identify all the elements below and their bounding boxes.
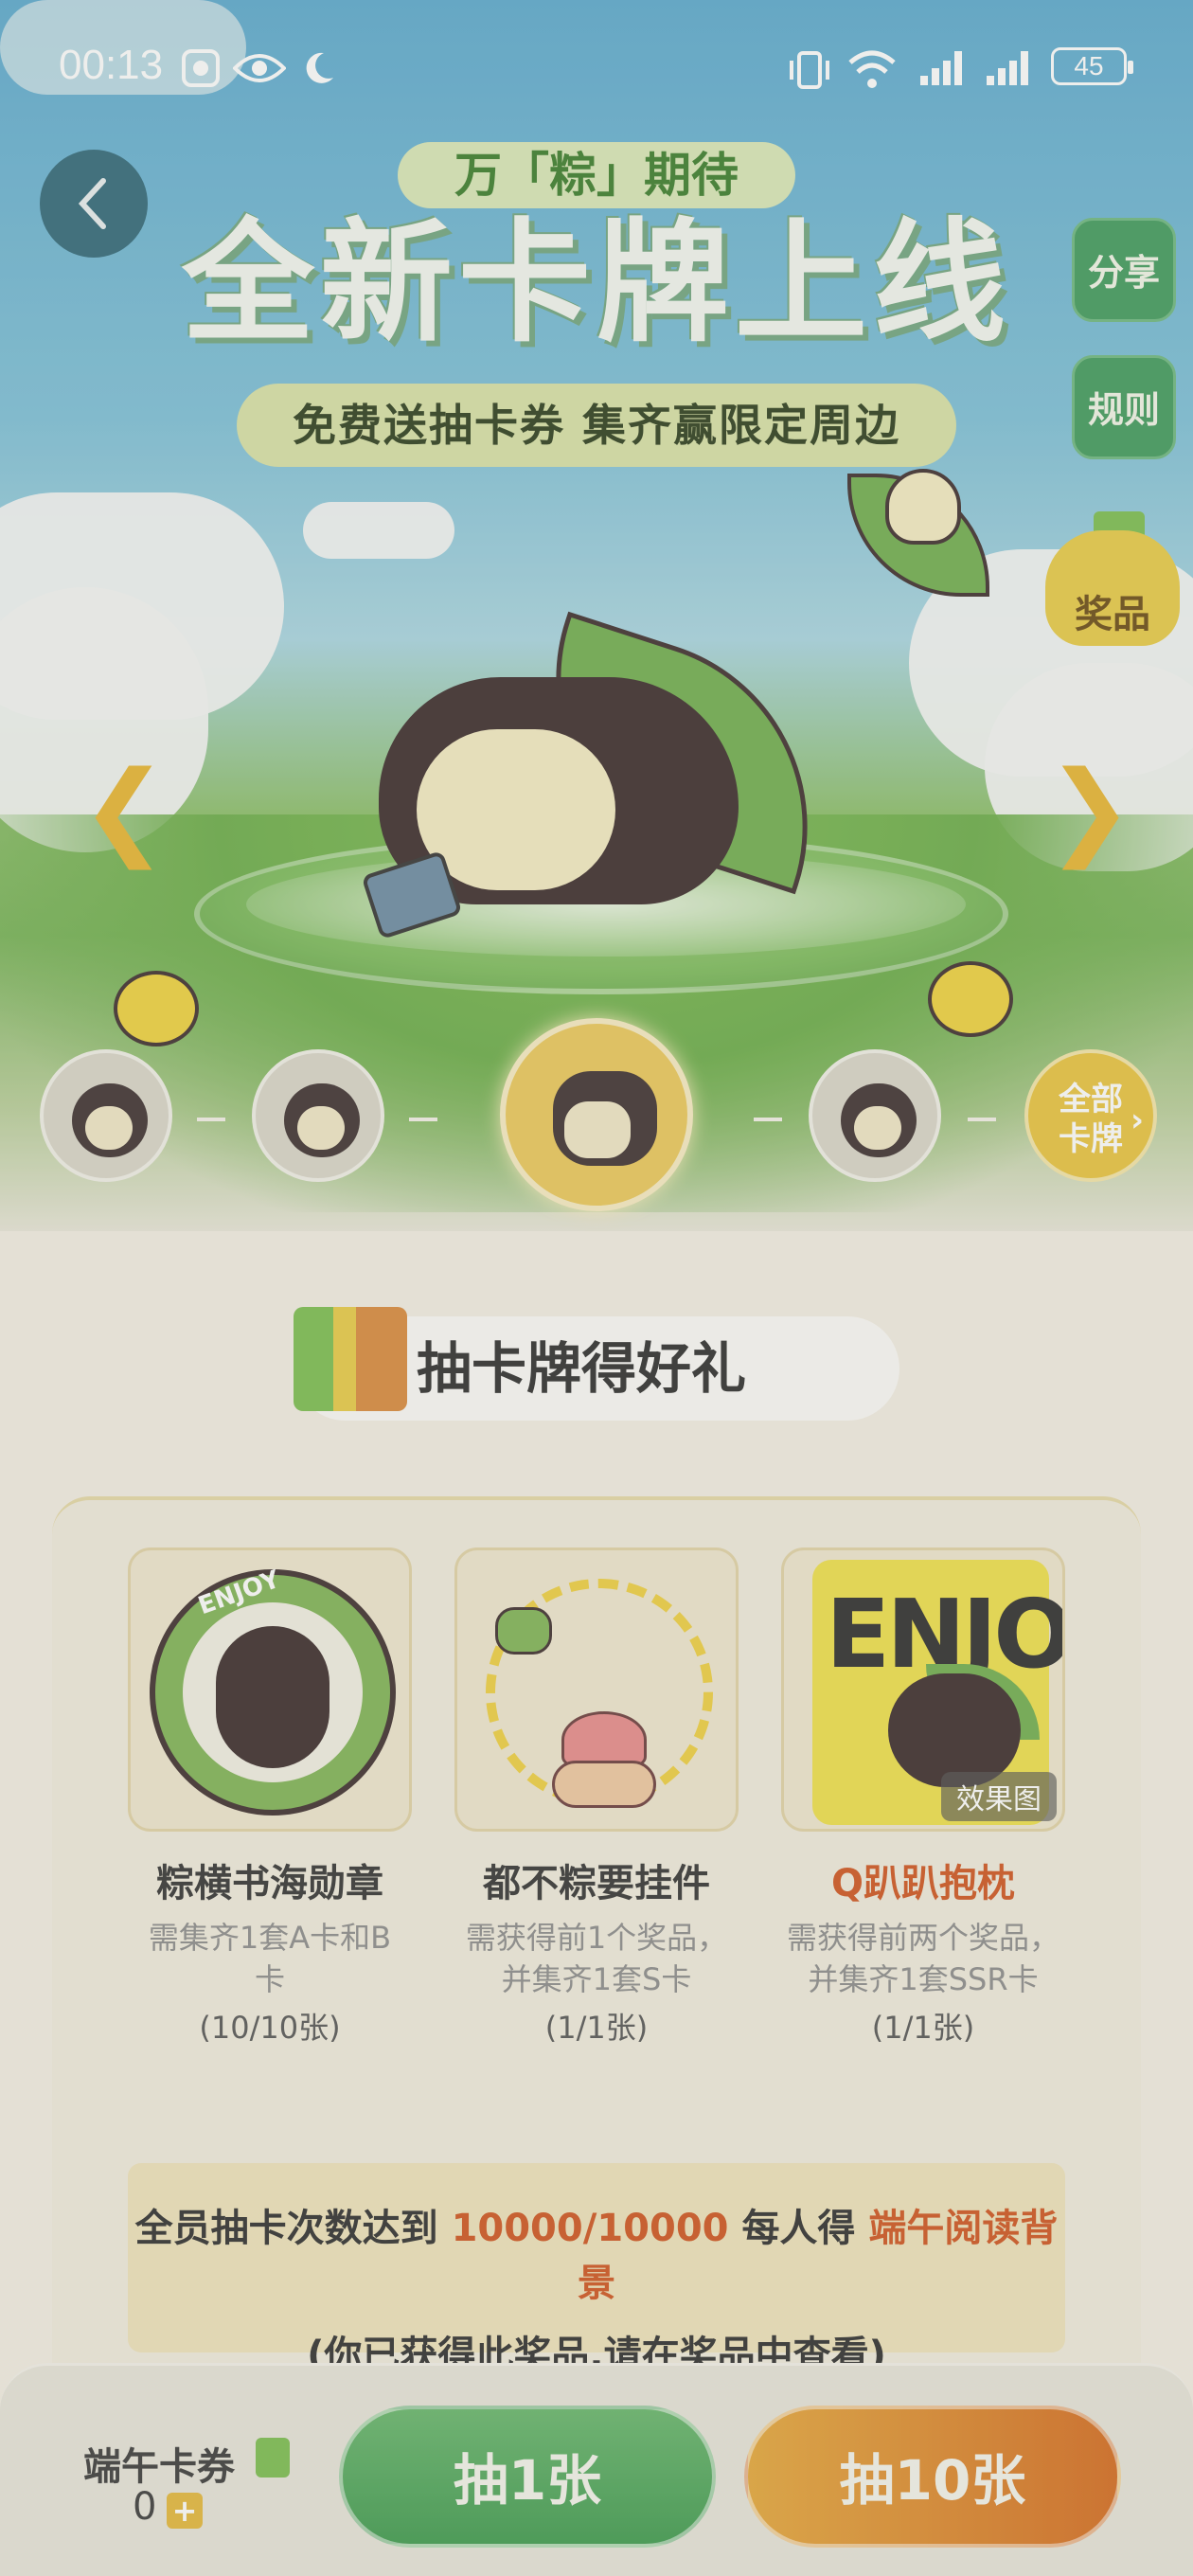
- record-icon: [182, 49, 220, 87]
- goal-prefix: 全员抽卡次数达到: [134, 2207, 438, 2250]
- prize-progress: (1/1张): [544, 2010, 649, 2046]
- status-time: 00:13: [59, 42, 164, 88]
- chevron-right-icon: ›: [1130, 1101, 1144, 1139]
- flower: [114, 971, 199, 1046]
- chevron-left-icon: [78, 178, 106, 229]
- prize-item-badge[interactable]: ENJOY 粽横书海勋章 需集齐1套A卡和B卡 (10/10张): [128, 1547, 412, 2048]
- draw-ten-button[interactable]: 抽10张: [744, 2406, 1121, 2548]
- prize-requirement: 需集齐1套A卡和B卡: [148, 1920, 392, 1997]
- section-title: 抽卡牌得好礼: [417, 1336, 747, 1401]
- card-thumb-2[interactable]: [252, 1049, 384, 1182]
- card-thumb-selected[interactable]: [500, 1018, 693, 1211]
- card-thumb-1[interactable]: [40, 1049, 172, 1182]
- rules-button[interactable]: 规则: [1072, 355, 1176, 459]
- flower: [928, 961, 1013, 1037]
- pillow-penguin: [888, 1673, 1021, 1787]
- hand-icon: [552, 1761, 656, 1808]
- chevron-left-icon: ❮: [80, 748, 169, 869]
- draw-one-button[interactable]: 抽1张: [339, 2406, 716, 2548]
- back-button[interactable]: [40, 150, 148, 258]
- add-ticket-button[interactable]: +: [167, 2493, 203, 2529]
- section-heading: 抽卡牌得好礼: [294, 1307, 899, 1421]
- pillow-image: ENJOY 效果图: [781, 1547, 1065, 1832]
- divider: [754, 1118, 782, 1121]
- prize-progress: (1/1张): [871, 2010, 975, 2046]
- prize-requirement: 需获得前1个奖品，并集齐1套S卡: [465, 1920, 728, 1997]
- wifi-icon: [848, 50, 896, 88]
- next-card-arrow[interactable]: ❯: [1046, 748, 1133, 869]
- prize-item-pendant[interactable]: 都不粽要挂件 需获得前1个奖品，并集齐1套S卡 (1/1张): [454, 1547, 739, 2048]
- prize-progress: (10/10张): [199, 2010, 341, 2046]
- eye-icon: [233, 54, 286, 82]
- promo-banner: 免费送抽卡券 集齐赢限定周边: [237, 384, 956, 467]
- goal-progress: 10000/10000: [451, 2207, 729, 2250]
- battery-icon: 45: [1051, 47, 1133, 85]
- cloud: [303, 502, 454, 559]
- badge-image: ENJOY: [128, 1547, 412, 1832]
- chevron-right-icon: ❯: [1046, 748, 1134, 869]
- lotus-icon: [561, 1711, 647, 1768]
- prize-name: 粽横书海勋章: [156, 1862, 383, 1905]
- effect-tag: 效果图: [941, 1772, 1057, 1821]
- goal-middle: 每人得: [741, 2207, 856, 2250]
- zongzi-kite: [885, 469, 961, 545]
- pendant-image: [454, 1547, 739, 1832]
- ticket-icon: [256, 2438, 290, 2478]
- goal-line: 全员抽卡次数达到 10000/10000 每人得 端午阅读背景: [128, 2197, 1065, 2307]
- ticket-count: 0: [133, 2485, 157, 2529]
- prize-requirement: 需获得前两个奖品，并集齐1套SSR卡: [787, 1920, 1060, 1997]
- divider: [197, 1118, 225, 1121]
- ticket-label: 端午卡券: [83, 2445, 235, 2489]
- status-bar: 00:13 45: [0, 0, 1193, 137]
- signal-icon: [920, 51, 962, 85]
- card-thumb-face: [85, 1106, 133, 1150]
- divider: [409, 1118, 437, 1121]
- community-goal: 全员抽卡次数达到 10000/10000 每人得 端午阅读背景 (你已获得此奖品…: [128, 2163, 1065, 2377]
- prizes-button[interactable]: 奖品: [1045, 530, 1180, 646]
- prize-name: Q趴趴抱枕: [830, 1862, 1015, 1905]
- zongzi-icon: [495, 1607, 552, 1655]
- badge-penguin: [216, 1626, 329, 1768]
- share-button[interactable]: 分享: [1072, 218, 1176, 322]
- signal-icon: [987, 51, 1028, 85]
- card-thumb-face: [854, 1106, 901, 1150]
- prev-card-arrow[interactable]: ❮: [80, 748, 168, 869]
- vibrate-icon: [790, 51, 829, 89]
- card-thumb-face: [297, 1106, 345, 1150]
- all-cards-button[interactable]: 全部 卡牌 ›: [1024, 1049, 1157, 1182]
- divider: [968, 1118, 996, 1121]
- prize-name: 都不粽要挂件: [483, 1862, 710, 1905]
- gift-icon: [294, 1307, 407, 1411]
- prize-item-pillow[interactable]: ENJOY 效果图 Q趴趴抱枕 需获得前两个奖品，并集齐1套SSR卡 (1/1张…: [781, 1547, 1065, 2048]
- page-title: 全新卡牌上线: [181, 206, 1011, 361]
- card-thumb-face: [564, 1101, 631, 1158]
- moon-icon: [306, 52, 333, 83]
- card-thumb-4[interactable]: [809, 1049, 941, 1182]
